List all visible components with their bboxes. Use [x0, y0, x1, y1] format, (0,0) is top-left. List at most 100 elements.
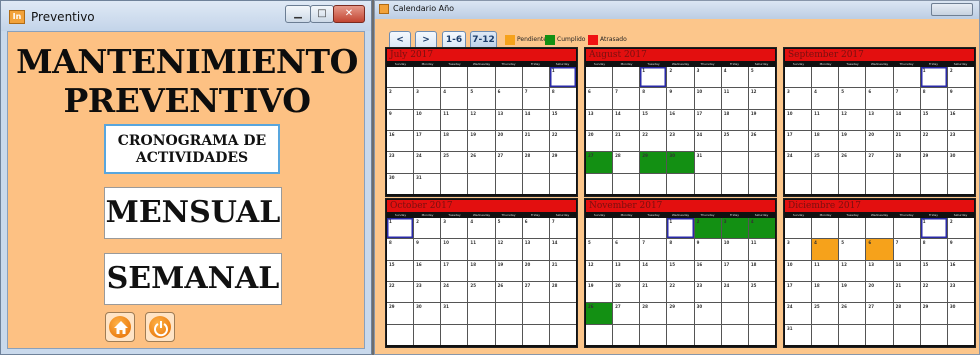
day-cell[interactable]: 30 — [667, 152, 694, 173]
day-cell[interactable]: 26 — [839, 152, 866, 173]
day-cell[interactable]: 12 — [495, 239, 522, 260]
day-cell[interactable]: 17 — [721, 260, 748, 281]
day-cell[interactable] — [640, 324, 667, 345]
day-cell[interactable]: 5 — [748, 67, 775, 88]
day-cell[interactable]: 7 — [893, 88, 920, 109]
day-cell[interactable]: 14 — [613, 109, 640, 130]
day-cell[interactable]: 25 — [812, 303, 839, 324]
day-cell[interactable]: 19 — [468, 131, 495, 152]
day-cell[interactable] — [495, 67, 522, 88]
day-cell[interactable] — [721, 303, 748, 324]
day-cell[interactable]: 5 — [495, 218, 522, 239]
day-cell[interactable] — [586, 173, 613, 194]
day-cell[interactable]: 24 — [694, 131, 721, 152]
day-cell[interactable]: 21 — [640, 282, 667, 303]
day-cell[interactable]: 11 — [441, 109, 468, 130]
day-cell[interactable]: 7 — [522, 88, 549, 109]
day-cell[interactable]: 15 — [920, 260, 947, 281]
calendar-caption-buttons[interactable] — [931, 3, 973, 16]
day-cell[interactable]: 22 — [387, 282, 414, 303]
day-cell[interactable] — [721, 152, 748, 173]
day-cell[interactable]: 9 — [694, 239, 721, 260]
day-cell[interactable] — [414, 324, 441, 345]
day-cell[interactable]: 20 — [495, 131, 522, 152]
day-cell[interactable]: 29 — [387, 303, 414, 324]
day-cell[interactable] — [839, 218, 866, 239]
day-cell[interactable]: 21 — [549, 260, 576, 281]
day-cell[interactable]: 13 — [613, 260, 640, 281]
day-cell[interactable]: 13 — [866, 260, 893, 281]
day-cell[interactable] — [920, 324, 947, 345]
day-cell[interactable]: 6 — [586, 88, 613, 109]
day-cell[interactable]: 26 — [495, 282, 522, 303]
day-cell[interactable]: 27 — [586, 152, 613, 173]
day-cell[interactable] — [441, 324, 468, 345]
day-cell[interactable]: 13 — [586, 109, 613, 130]
day-cell[interactable] — [839, 324, 866, 345]
day-cell[interactable] — [893, 67, 920, 88]
day-cell[interactable] — [387, 67, 414, 88]
day-cell[interactable]: 25 — [468, 282, 495, 303]
day-cell[interactable]: 8 — [667, 239, 694, 260]
day-cell[interactable]: 28 — [893, 303, 920, 324]
day-cell[interactable] — [441, 173, 468, 194]
day-cell[interactable]: 5 — [839, 239, 866, 260]
day-cell[interactable]: 22 — [920, 131, 947, 152]
day-cell[interactable]: 6 — [613, 239, 640, 260]
day-cell[interactable]: 4 — [812, 88, 839, 109]
day-cell[interactable] — [748, 324, 775, 345]
power-button[interactable] — [145, 312, 175, 342]
day-cell[interactable] — [586, 67, 613, 88]
day-cell[interactable]: 4 — [721, 67, 748, 88]
day-cell[interactable]: 23 — [414, 282, 441, 303]
day-cell[interactable] — [586, 218, 613, 239]
day-cell[interactable]: 14 — [893, 260, 920, 281]
day-cell[interactable]: 3 — [414, 88, 441, 109]
day-cell[interactable] — [414, 67, 441, 88]
day-cell[interactable]: 24 — [785, 303, 812, 324]
day-cell[interactable] — [748, 152, 775, 173]
day-cell[interactable]: 18 — [812, 282, 839, 303]
day-cell[interactable]: 27 — [495, 152, 522, 173]
day-cell[interactable] — [613, 173, 640, 194]
day-cell[interactable]: 18 — [812, 131, 839, 152]
day-cell[interactable]: 15 — [387, 260, 414, 281]
day-cell[interactable] — [468, 324, 495, 345]
day-cell[interactable]: 12 — [839, 260, 866, 281]
day-cell[interactable] — [468, 173, 495, 194]
day-cell[interactable] — [495, 173, 522, 194]
day-cell[interactable]: 15 — [667, 260, 694, 281]
day-cell[interactable]: 31 — [441, 303, 468, 324]
day-cell[interactable]: 25 — [748, 282, 775, 303]
day-cell[interactable]: 24 — [441, 282, 468, 303]
day-cell[interactable]: 14 — [640, 260, 667, 281]
day-cell[interactable]: 30 — [947, 152, 974, 173]
day-cell[interactable]: 21 — [893, 282, 920, 303]
day-cell[interactable] — [694, 324, 721, 345]
day-cell[interactable]: 1 — [920, 67, 947, 88]
day-cell[interactable]: 10 — [694, 88, 721, 109]
day-cell[interactable]: 18 — [721, 109, 748, 130]
home-button[interactable] — [105, 312, 135, 342]
day-cell[interactable]: 12 — [586, 260, 613, 281]
day-cell[interactable] — [839, 173, 866, 194]
day-cell[interactable] — [947, 324, 974, 345]
day-cell[interactable]: 23 — [947, 282, 974, 303]
minimize-button[interactable]: ▁ — [285, 5, 311, 23]
day-cell[interactable] — [812, 218, 839, 239]
calendar-title-bar[interactable]: Calendario Año — [375, 1, 979, 19]
day-cell[interactable]: 4 — [748, 218, 775, 239]
day-cell[interactable] — [667, 324, 694, 345]
day-cell[interactable]: 2 — [947, 67, 974, 88]
day-cell[interactable] — [947, 173, 974, 194]
day-cell[interactable] — [812, 67, 839, 88]
day-cell[interactable]: 24 — [414, 152, 441, 173]
day-cell[interactable] — [586, 324, 613, 345]
day-cell[interactable]: 12 — [748, 88, 775, 109]
day-cell[interactable]: 8 — [640, 88, 667, 109]
day-cell[interactable]: 29 — [920, 303, 947, 324]
day-cell[interactable]: 28 — [613, 152, 640, 173]
day-cell[interactable]: 15 — [549, 109, 576, 130]
day-cell[interactable]: 16 — [947, 260, 974, 281]
day-cell[interactable]: 3 — [785, 239, 812, 260]
